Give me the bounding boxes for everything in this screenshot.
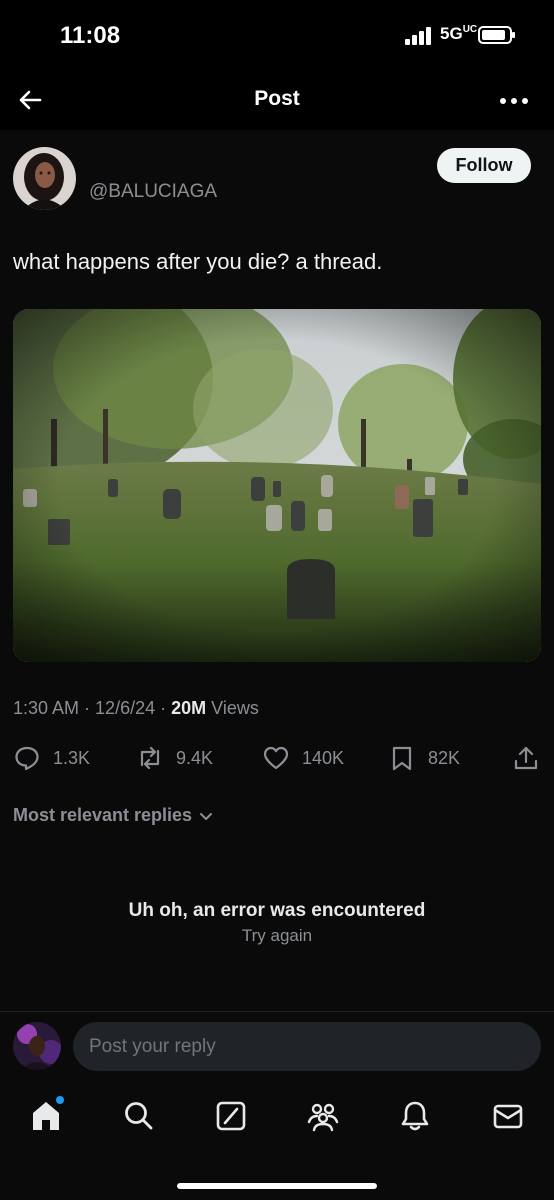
- reply-icon: [15, 746, 39, 771]
- home-indicator: [177, 1183, 377, 1189]
- bottom-tab-bar: [0, 1090, 554, 1150]
- bookmark-count: 82K: [428, 747, 461, 768]
- page-title: Post: [254, 87, 300, 110]
- status-bar: 11:08 5GUC: [0, 0, 554, 70]
- divider: [0, 1011, 554, 1012]
- share-icon: [514, 746, 538, 770]
- post-meta: 1:30 AM · 12/6/24 · 20M Views: [13, 698, 259, 718]
- signal-icon: [405, 27, 435, 45]
- status-time: 11:08: [60, 22, 121, 49]
- communities-icon[interactable]: [305, 1098, 341, 1134]
- network-indicator: 5GUC: [440, 24, 478, 43]
- views-label: Views: [211, 698, 259, 718]
- chevron-down-icon: [200, 812, 213, 820]
- author-handle[interactable]: @BALUCIAGA: [89, 181, 217, 203]
- top-bar: Post: [0, 70, 554, 130]
- heart-icon: [263, 746, 289, 770]
- search-icon[interactable]: [121, 1098, 157, 1134]
- author-avatar[interactable]: [13, 147, 76, 210]
- post-actions: 1.3K 9.4K 140K 82K: [0, 738, 554, 778]
- reply-sort-dropdown[interactable]: Most relevant replies: [13, 805, 214, 826]
- repost-icon: [140, 746, 160, 770]
- bookmark-button[interactable]: 82K: [388, 738, 460, 778]
- repost-button[interactable]: 9.4K: [136, 738, 213, 778]
- sort-label: Most relevant replies: [13, 805, 193, 825]
- error-message: Uh oh, an error was encountered: [128, 900, 426, 921]
- reply-count: 1.3K: [53, 747, 91, 768]
- battery-fill: [482, 30, 505, 40]
- post-date: 12/6/24: [95, 698, 156, 718]
- post-image[interactable]: [13, 309, 541, 662]
- home-badge: [56, 1096, 64, 1104]
- reply-input[interactable]: Post your reply: [73, 1022, 541, 1071]
- post-time: 1:30 AM: [13, 698, 80, 718]
- reply-button[interactable]: 1.3K: [13, 738, 90, 778]
- notifications-icon[interactable]: [397, 1098, 433, 1134]
- messages-icon[interactable]: [490, 1098, 526, 1134]
- repost-count: 9.4K: [176, 747, 214, 768]
- user-avatar[interactable]: [13, 1022, 61, 1070]
- battery-icon: [478, 26, 515, 44]
- like-button[interactable]: 140K: [262, 738, 344, 778]
- home-icon[interactable]: [28, 1096, 64, 1134]
- share-button[interactable]: [512, 738, 540, 778]
- post-text: what happens after you die? a thread.: [13, 249, 383, 274]
- try-again-link[interactable]: Try again: [0, 926, 554, 946]
- like-count: 140K: [302, 747, 345, 768]
- more-options-icon[interactable]: [498, 94, 530, 106]
- follow-button[interactable]: Follow: [437, 148, 531, 183]
- grok-icon[interactable]: [213, 1098, 249, 1134]
- view-count: 20M: [171, 698, 207, 718]
- bookmark-icon: [392, 746, 412, 771]
